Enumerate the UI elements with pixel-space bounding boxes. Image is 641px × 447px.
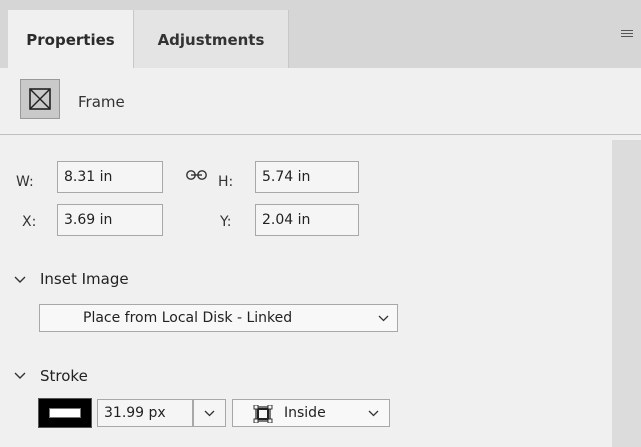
chevron-down-icon [204,410,215,417]
height-label: H: [218,174,234,190]
y-field[interactable]: 2.04 in [255,204,359,236]
tab-properties[interactable]: Properties [8,10,134,69]
hamburger-icon[interactable] [621,30,633,39]
x-field[interactable]: 3.69 in [57,204,163,236]
frame-label: Frame [78,93,125,111]
stroke-width-field[interactable]: 31.99 px [97,399,193,427]
panel-tab-bar: Properties Adjustments [0,0,641,69]
panel-scrollbar[interactable] [612,140,641,447]
height-field[interactable]: 5.74 in [255,161,359,193]
chevron-down-icon[interactable] [14,276,26,284]
inset-image-dropdown-value: Place from Local Disk - Linked [83,310,293,326]
frame-placeholder-icon [20,79,60,119]
y-label: Y: [220,214,232,230]
chevron-down-icon[interactable] [14,372,26,380]
width-label: W: [16,174,34,190]
width-field[interactable]: 8.31 in [57,161,163,193]
stroke-alignment-dropdown[interactable]: Inside [232,399,390,427]
stroke-color-swatch-inner [49,408,81,418]
inset-image-dropdown[interactable]: Place from Local Disk - Linked [39,304,398,332]
chevron-down-icon [368,410,379,417]
link-icon[interactable] [185,168,209,182]
stroke-alignment-value: Inside [284,405,326,421]
inset-image-section-title[interactable]: Inset Image [40,270,129,288]
stroke-width-dropdown[interactable] [193,399,226,427]
chevron-down-icon [378,315,389,322]
stroke-color-swatch[interactable] [38,398,92,428]
stroke-inside-icon [253,405,273,423]
x-label: X: [22,214,37,230]
tab-adjustments[interactable]: Adjustments [134,10,289,68]
stroke-section-title[interactable]: Stroke [40,367,88,385]
